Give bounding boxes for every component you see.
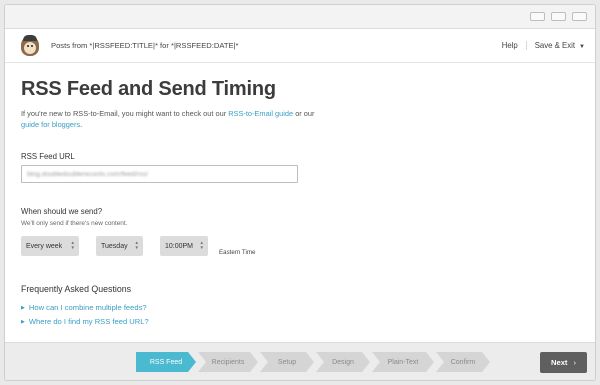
- mailchimp-logo-icon[interactable]: [19, 34, 41, 57]
- step-setup[interactable]: Setup: [260, 352, 314, 372]
- chevron-right-icon: ›: [573, 358, 576, 367]
- intro-text-part-1: If you're new to RSS-to-Email, you might…: [21, 109, 227, 118]
- faq-title: Frequently Asked Questions: [21, 284, 132, 294]
- faq-item-label: Where do I find my RSS feed URL?: [28, 317, 149, 326]
- window-titlebar: [5, 5, 595, 29]
- help-link[interactable]: Help: [502, 41, 527, 50]
- step-recipients[interactable]: Recipients: [198, 352, 258, 372]
- next-button[interactable]: Next ›: [540, 352, 587, 373]
- faq-item[interactable]: ▶ How can I combine multiple feeds?: [21, 303, 579, 312]
- chevron-down-icon: ▼: [579, 44, 585, 50]
- timezone-label: Eastern Time: [219, 249, 256, 256]
- wizard-steps: RSS Feed Recipients Setup Design Plain-T…: [136, 352, 492, 372]
- step-design[interactable]: Design: [316, 352, 370, 372]
- faq-list: ▶ How can I combine multiple feeds? ▶ Wh…: [21, 303, 579, 326]
- day-select[interactable]: Tuesday ▲ ▼: [96, 236, 143, 256]
- step-rss-feed[interactable]: RSS Feed: [136, 352, 196, 372]
- close-button[interactable]: [572, 12, 587, 21]
- step-confirm[interactable]: Confirm: [436, 352, 490, 372]
- frequency-value: Every week: [26, 242, 63, 250]
- select-arrows-icon: ▲ ▼: [134, 240, 139, 250]
- browser-window: Posts from *|RSSFEED:TITLE|* for *|RSSFE…: [4, 4, 596, 381]
- caret-right-icon: ▶: [21, 318, 25, 325]
- send-timing-hint: We'll only send if there's new content.: [21, 220, 128, 227]
- rss-feed-url-input[interactable]: blog.doubledoublerecords.com/feed/rss/: [21, 165, 298, 183]
- page-title: RSS Feed and Send Timing: [21, 78, 276, 100]
- intro-text-part-2: or our: [295, 109, 315, 118]
- save-exit-label: Save & Exit: [534, 41, 576, 50]
- frequency-select[interactable]: Every week ▲ ▼: [21, 236, 79, 256]
- header-actions: Help Save & Exit ▼: [502, 41, 585, 50]
- main-content: RSS Feed and Send Timing If you're new t…: [5, 63, 595, 326]
- save-exit-menu[interactable]: Save & Exit ▼: [527, 41, 585, 50]
- rss-to-email-guide-link[interactable]: RSS-to-Email guide: [228, 109, 293, 118]
- rss-feed-url-label: RSS Feed URL: [21, 152, 75, 161]
- time-select[interactable]: 10:00PM ▲ ▼: [160, 236, 208, 256]
- send-timing-selects: Every week ▲ ▼ Tuesday ▲ ▼ 10:00PM ▲ ▼ East…: [21, 236, 579, 256]
- app-header: Posts from *|RSSFEED:TITLE|* for *|RSSFE…: [5, 29, 595, 63]
- intro-text-part-3: .: [80, 120, 83, 129]
- minimize-button[interactable]: [530, 12, 545, 21]
- window-controls: [530, 12, 587, 21]
- wizard-footer: RSS Feed Recipients Setup Design Plain-T…: [5, 342, 595, 380]
- caret-right-icon: ▶: [21, 304, 25, 311]
- step-plain-text[interactable]: Plain-Text: [372, 352, 434, 372]
- guide-for-bloggers-link[interactable]: guide for bloggers: [21, 120, 80, 129]
- send-timing-question: When should we send?: [21, 207, 103, 216]
- day-value: Tuesday: [101, 242, 128, 250]
- next-label: Next: [551, 358, 568, 367]
- time-value: 10:00PM: [165, 242, 194, 250]
- campaign-title[interactable]: Posts from *|RSSFEED:TITLE|* for *|RSSFE…: [51, 41, 239, 50]
- faq-item[interactable]: ▶ Where do I find my RSS feed URL?: [21, 317, 579, 326]
- select-arrows-icon: ▲ ▼: [70, 240, 75, 250]
- rss-feed-url-value: blog.doubledoublerecords.com/feed/rss/: [27, 170, 148, 178]
- maximize-button[interactable]: [551, 12, 566, 21]
- intro-text: If you're new to RSS-to-Email, you might…: [21, 108, 331, 130]
- select-arrows-icon: ▲ ▼: [199, 240, 204, 250]
- faq-item-label: How can I combine multiple feeds?: [28, 303, 147, 312]
